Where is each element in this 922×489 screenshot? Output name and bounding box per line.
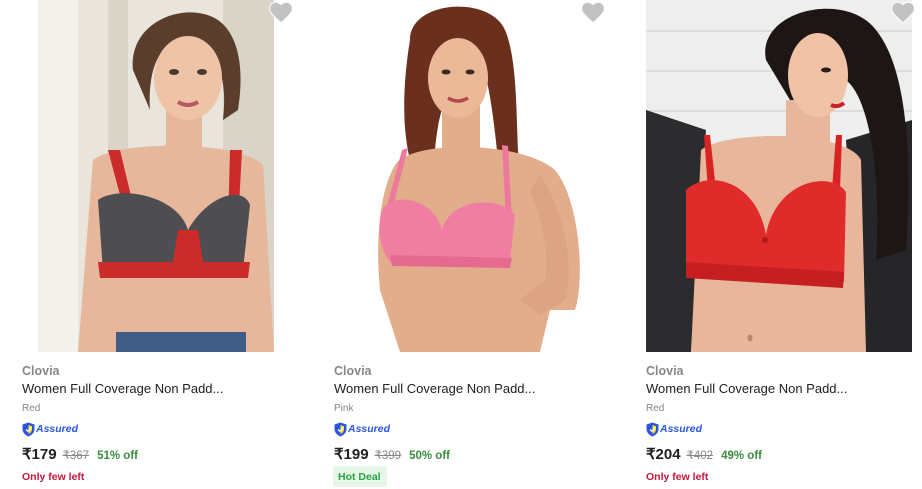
availability-status: Only few left	[22, 471, 85, 483]
assured-badge: Assured	[646, 421, 702, 437]
assured-label: Assured	[36, 423, 79, 435]
shield-icon	[334, 422, 347, 436]
price-row: ₹199 ₹399 50% off	[334, 445, 450, 463]
original-price: ₹399	[374, 450, 402, 462]
assured-badge: Assured	[334, 421, 390, 437]
selling-price: ₹179	[22, 446, 57, 463]
discount-percent: 49% off	[721, 450, 762, 462]
discount-percent: 51% off	[97, 450, 138, 462]
availability-status: Only few left	[646, 471, 709, 483]
product-variant: Red	[646, 403, 665, 414]
original-price: ₹402	[686, 450, 714, 462]
heart-icon[interactable]	[890, 0, 916, 24]
selling-price: ₹199	[334, 446, 369, 463]
brand-name: Clovia	[334, 364, 372, 378]
brand-name: Clovia	[646, 364, 684, 378]
product-title[interactable]: Women Full Coverage Non Padd...	[334, 381, 535, 396]
assured-label: Assured	[348, 423, 391, 435]
product-image[interactable]	[634, 0, 922, 352]
heart-icon[interactable]	[580, 0, 606, 24]
price-row: ₹204 ₹402 49% off	[646, 445, 762, 463]
assured-badge: Assured	[22, 421, 78, 437]
product-image[interactable]	[10, 0, 310, 352]
product-card[interactable]: Clovia Women Full Coverage Non Padd... P…	[322, 0, 622, 489]
product-variant: Pink	[334, 403, 354, 414]
hot-deal-badge: Hot Deal	[333, 466, 387, 487]
brand-name: Clovia	[22, 364, 60, 378]
original-price: ₹367	[62, 450, 90, 462]
product-card[interactable]: Clovia Women Full Coverage Non Padd... R…	[634, 0, 922, 489]
shield-icon	[22, 422, 35, 436]
product-card[interactable]: Clovia Women Full Coverage Non Padd... R…	[10, 0, 310, 489]
price-row: ₹179 ₹367 51% off	[22, 445, 138, 463]
assured-label: Assured	[660, 423, 703, 435]
selling-price: ₹204	[646, 446, 681, 463]
shield-icon	[646, 422, 659, 436]
product-image[interactable]	[322, 0, 622, 352]
heart-icon[interactable]	[268, 0, 294, 24]
product-title[interactable]: Women Full Coverage Non Padd...	[646, 381, 847, 396]
product-photo	[350, 0, 586, 352]
product-photo	[38, 0, 274, 352]
product-variant: Red	[22, 403, 41, 414]
discount-percent: 50% off	[409, 450, 450, 462]
product-title[interactable]: Women Full Coverage Non Padd...	[22, 381, 223, 396]
product-photo	[646, 0, 912, 352]
